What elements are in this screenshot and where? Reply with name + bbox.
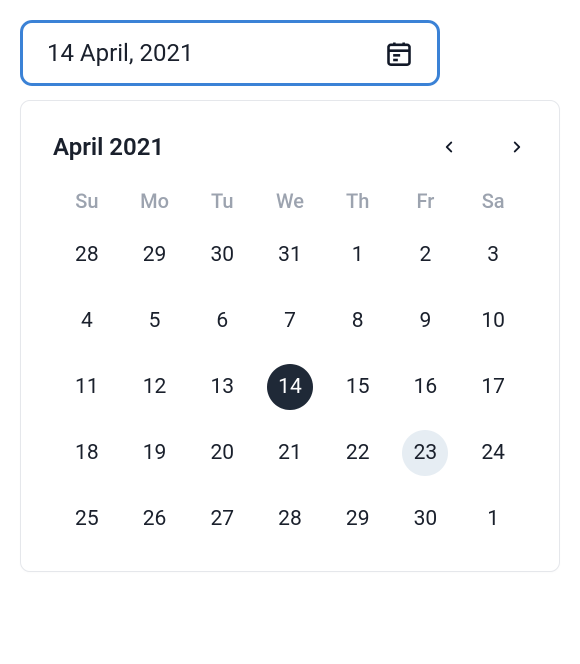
calendar-icon[interactable] — [385, 39, 413, 67]
day-number: 3 — [470, 232, 516, 278]
next-month-button[interactable] — [507, 137, 527, 157]
month-year-label: April 2021 — [53, 133, 164, 161]
day-number: 31 — [267, 232, 313, 278]
day-number: 16 — [402, 364, 448, 410]
days-grid: 2829303112345678910111213141516171819202… — [53, 231, 527, 543]
prev-month-button[interactable] — [439, 137, 459, 157]
day-cell[interactable]: 23 — [392, 429, 460, 477]
day-number: 28 — [267, 496, 313, 542]
day-cell[interactable]: 27 — [188, 495, 256, 543]
day-cell[interactable]: 2 — [392, 231, 460, 279]
day-number: 7 — [267, 298, 313, 344]
day-number: 4 — [64, 298, 110, 344]
day-cell[interactable]: 28 — [256, 495, 324, 543]
day-cell[interactable]: 3 — [459, 231, 527, 279]
weekday-label: Fr — [392, 189, 460, 213]
day-number: 25 — [64, 496, 110, 542]
date-input-value: 14 April, 2021 — [47, 39, 194, 67]
day-cell[interactable]: 26 — [121, 495, 189, 543]
calendar-header: April 2021 — [53, 133, 527, 161]
day-number: 1 — [335, 232, 381, 278]
day-number: 14 — [267, 364, 313, 410]
weekday-label: Sa — [459, 189, 527, 213]
day-cell[interactable]: 16 — [392, 363, 460, 411]
day-cell[interactable]: 12 — [121, 363, 189, 411]
day-cell[interactable]: 7 — [256, 297, 324, 345]
weekday-label: Tu — [188, 189, 256, 213]
date-input[interactable]: 14 April, 2021 — [20, 20, 440, 86]
day-cell[interactable]: 1 — [324, 231, 392, 279]
day-number: 1 — [470, 496, 516, 542]
day-cell[interactable]: 24 — [459, 429, 527, 477]
weekday-row: SuMoTuWeThFrSa — [53, 189, 527, 213]
day-cell[interactable]: 29 — [121, 231, 189, 279]
day-number: 24 — [470, 430, 516, 476]
day-number: 30 — [199, 232, 245, 278]
day-cell[interactable]: 22 — [324, 429, 392, 477]
day-number: 29 — [335, 496, 381, 542]
day-number: 26 — [132, 496, 178, 542]
day-cell[interactable]: 5 — [121, 297, 189, 345]
day-number: 2 — [402, 232, 448, 278]
day-cell[interactable]: 20 — [188, 429, 256, 477]
day-cell[interactable]: 4 — [53, 297, 121, 345]
day-cell[interactable]: 13 — [188, 363, 256, 411]
day-number: 17 — [470, 364, 516, 410]
day-number: 15 — [335, 364, 381, 410]
day-number: 19 — [132, 430, 178, 476]
day-cell[interactable]: 17 — [459, 363, 527, 411]
day-number: 29 — [132, 232, 178, 278]
day-cell[interactable]: 10 — [459, 297, 527, 345]
day-number: 21 — [267, 430, 313, 476]
day-cell[interactable]: 21 — [256, 429, 324, 477]
day-number: 8 — [335, 298, 381, 344]
day-number: 9 — [402, 298, 448, 344]
month-nav — [439, 137, 527, 157]
weekday-label: We — [256, 189, 324, 213]
day-cell[interactable]: 9 — [392, 297, 460, 345]
day-number: 18 — [64, 430, 110, 476]
day-cell[interactable]: 25 — [53, 495, 121, 543]
day-number: 10 — [470, 298, 516, 344]
day-number: 12 — [132, 364, 178, 410]
day-cell[interactable]: 14 — [256, 363, 324, 411]
day-number: 28 — [64, 232, 110, 278]
day-cell[interactable]: 6 — [188, 297, 256, 345]
day-cell[interactable]: 29 — [324, 495, 392, 543]
day-cell[interactable]: 18 — [53, 429, 121, 477]
calendar-popup: April 2021 SuMoTuWeThFrSa 28293031123456… — [20, 100, 560, 572]
day-cell[interactable]: 11 — [53, 363, 121, 411]
day-number: 20 — [199, 430, 245, 476]
day-cell[interactable]: 30 — [188, 231, 256, 279]
day-cell[interactable]: 30 — [392, 495, 460, 543]
day-number: 27 — [199, 496, 245, 542]
day-cell[interactable]: 8 — [324, 297, 392, 345]
day-number: 5 — [132, 298, 178, 344]
day-number: 11 — [64, 364, 110, 410]
day-cell[interactable]: 28 — [53, 231, 121, 279]
day-cell[interactable]: 1 — [459, 495, 527, 543]
day-cell[interactable]: 19 — [121, 429, 189, 477]
day-cell[interactable]: 31 — [256, 231, 324, 279]
day-number: 23 — [402, 430, 448, 476]
day-cell[interactable]: 15 — [324, 363, 392, 411]
day-number: 30 — [402, 496, 448, 542]
day-number: 13 — [199, 364, 245, 410]
day-number: 6 — [199, 298, 245, 344]
weekday-label: Su — [53, 189, 121, 213]
day-number: 22 — [335, 430, 381, 476]
weekday-label: Mo — [121, 189, 189, 213]
weekday-label: Th — [324, 189, 392, 213]
